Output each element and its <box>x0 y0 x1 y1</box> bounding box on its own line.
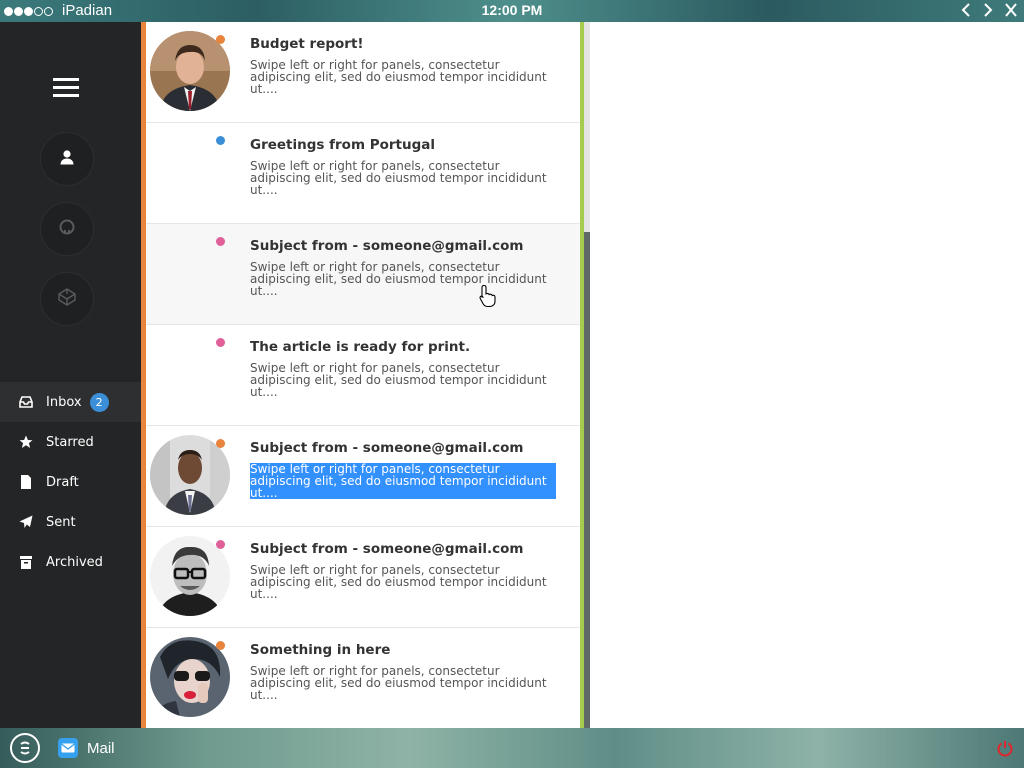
user-icon <box>59 149 75 169</box>
unread-dot <box>216 338 225 347</box>
list-item[interactable]: Subject from - someone@gmail.com Swipe l… <box>146 426 580 527</box>
inbox-icon <box>18 396 34 408</box>
paper-plane-icon <box>18 515 34 529</box>
mailbox-nav: Inbox 2 Starred Draft Sent Archived <box>0 382 141 582</box>
github-icon <box>59 219 75 239</box>
taskbar-app-label[interactable]: Mail <box>87 740 115 757</box>
list-item[interactable]: Something in here Swipe left or right fo… <box>146 628 580 728</box>
message-preview: Swipe left or right for panels, consecte… <box>250 361 547 399</box>
message-preview: Swipe left or right for panels, consecte… <box>250 563 547 601</box>
sidebar-item-archived[interactable]: Archived <box>0 542 141 582</box>
sidebar-item-sent[interactable]: Sent <box>0 502 141 542</box>
sidebar-item-label: Starred <box>46 434 94 450</box>
unread-dot <box>216 237 225 246</box>
chevron-left-icon[interactable] <box>960 1 972 24</box>
codepen-icon <box>58 288 76 310</box>
message-subject: Budget report! <box>250 36 364 52</box>
hand-cursor-icon <box>479 284 497 312</box>
message-subject: Greetings from Portugal <box>250 137 436 153</box>
sidebar-item-label: Inbox <box>46 394 82 410</box>
github-button[interactable] <box>40 202 94 256</box>
sidebar: Inbox 2 Starred Draft Sent Archived <box>0 22 141 728</box>
list-item[interactable]: Greetings from Portugal Swipe left or ri… <box>146 123 580 224</box>
power-icon[interactable] <box>996 739 1014 761</box>
codepen-button[interactable] <box>40 272 94 326</box>
profile-button[interactable] <box>40 132 94 186</box>
unread-dot <box>216 439 225 448</box>
message-list: Budget report! Swipe left or right for p… <box>146 22 580 728</box>
archive-icon <box>18 555 34 569</box>
message-preview-selected: Swipe left or right for panels, consecte… <box>250 463 556 499</box>
message-preview: Swipe left or right for panels, consecte… <box>250 159 547 197</box>
message-subject: Something in here <box>250 642 391 658</box>
file-icon <box>18 475 34 489</box>
ipadian-logo-icon[interactable] <box>10 733 40 763</box>
message-preview: Swipe left or right for panels, consecte… <box>250 58 547 96</box>
message-subject: The article is ready for print. <box>250 339 471 355</box>
unread-dot <box>216 35 225 44</box>
sidebar-item-draft[interactable]: Draft <box>0 462 141 502</box>
mail-icon[interactable] <box>58 738 78 758</box>
message-preview: Swipe left or right for panels, consecte… <box>250 664 547 702</box>
unread-count-badge: 2 <box>89 392 109 412</box>
hamburger-menu-icon[interactable] <box>53 78 79 98</box>
list-item[interactable]: Subject from - someone@gmail.com Swipe l… <box>146 224 580 325</box>
sidebar-item-starred[interactable]: Starred <box>0 422 141 462</box>
sidebar-item-inbox[interactable]: Inbox 2 <box>0 382 141 422</box>
sidebar-item-label: Draft <box>46 474 79 490</box>
chevron-right-icon[interactable] <box>982 1 994 24</box>
sidebar-item-label: Archived <box>46 554 103 570</box>
message-subject: Subject from - someone@gmail.com <box>250 238 524 254</box>
unread-dot <box>216 540 225 549</box>
sidebar-item-label: Sent <box>46 514 76 530</box>
unread-dot <box>216 136 225 145</box>
message-detail-pane <box>590 22 1024 728</box>
message-subject: Subject from - someone@gmail.com <box>250 440 524 456</box>
star-icon <box>18 435 34 449</box>
list-item[interactable]: Budget report! Swipe left or right for p… <box>146 22 580 123</box>
taskbar: Mail <box>0 728 1024 768</box>
list-item[interactable]: Subject from - someone@gmail.com Swipe l… <box>146 527 580 628</box>
clock: 12:00 PM <box>481 2 543 18</box>
unread-dot <box>216 641 225 650</box>
message-preview: Swipe left or right for panels, consecte… <box>250 260 547 298</box>
list-item[interactable]: The article is ready for print. Swipe le… <box>146 325 580 426</box>
close-icon[interactable] <box>1004 1 1018 24</box>
message-subject: Subject from - someone@gmail.com <box>250 541 524 557</box>
status-bar: iPadian 12:00 PM <box>0 0 1024 22</box>
